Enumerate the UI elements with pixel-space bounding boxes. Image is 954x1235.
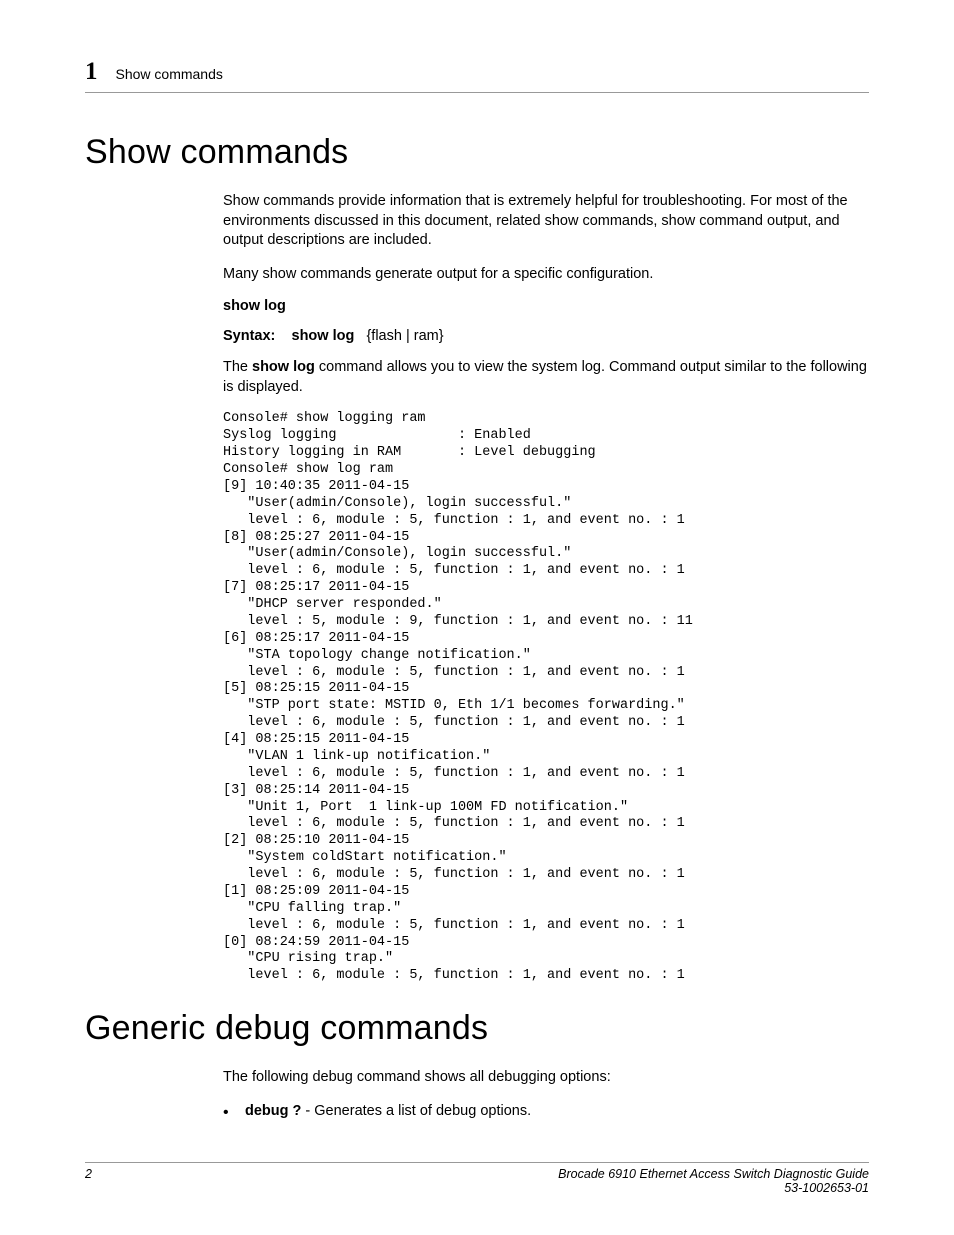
bullet-list: debug ? - Generates a list of debug opti… <box>223 1102 869 1122</box>
body-paragraph: Many show commands generate output for a… <box>223 265 869 285</box>
body-paragraph: The following debug command shows all de… <box>223 1068 869 1088</box>
subheading-show-log: show log <box>223 298 869 314</box>
syntax-args: {flash | ram} <box>366 328 443 344</box>
syntax-command: show log <box>292 328 355 344</box>
syntax-label: Syntax: <box>223 328 275 344</box>
chapter-number: 1 <box>85 58 98 86</box>
section-title-show-commands: Show commands <box>85 133 869 172</box>
body-paragraph: The show log command allows you to view … <box>223 358 869 397</box>
inline-command: show log <box>252 359 315 375</box>
footer-doc-title: Brocade 6910 Ethernet Access Switch Diag… <box>558 1167 869 1181</box>
syntax-line: Syntax: show log {flash | ram} <box>223 328 869 344</box>
list-item: debug ? - Generates a list of debug opti… <box>223 1102 869 1122</box>
console-output: Console# show logging ram Syslog logging… <box>223 411 869 985</box>
header-section-name: Show commands <box>116 66 223 82</box>
page-footer: 2 Brocade 6910 Ethernet Access Switch Di… <box>85 1162 869 1195</box>
footer-doc-number: 53-1002653-01 <box>558 1181 869 1195</box>
inline-command: debug ? <box>245 1103 301 1119</box>
page-number: 2 <box>85 1167 92 1181</box>
running-header: 1 Show commands <box>85 58 869 93</box>
section-title-generic-debug: Generic debug commands <box>85 1009 869 1048</box>
body-paragraph: Show commands provide information that i… <box>223 192 869 251</box>
